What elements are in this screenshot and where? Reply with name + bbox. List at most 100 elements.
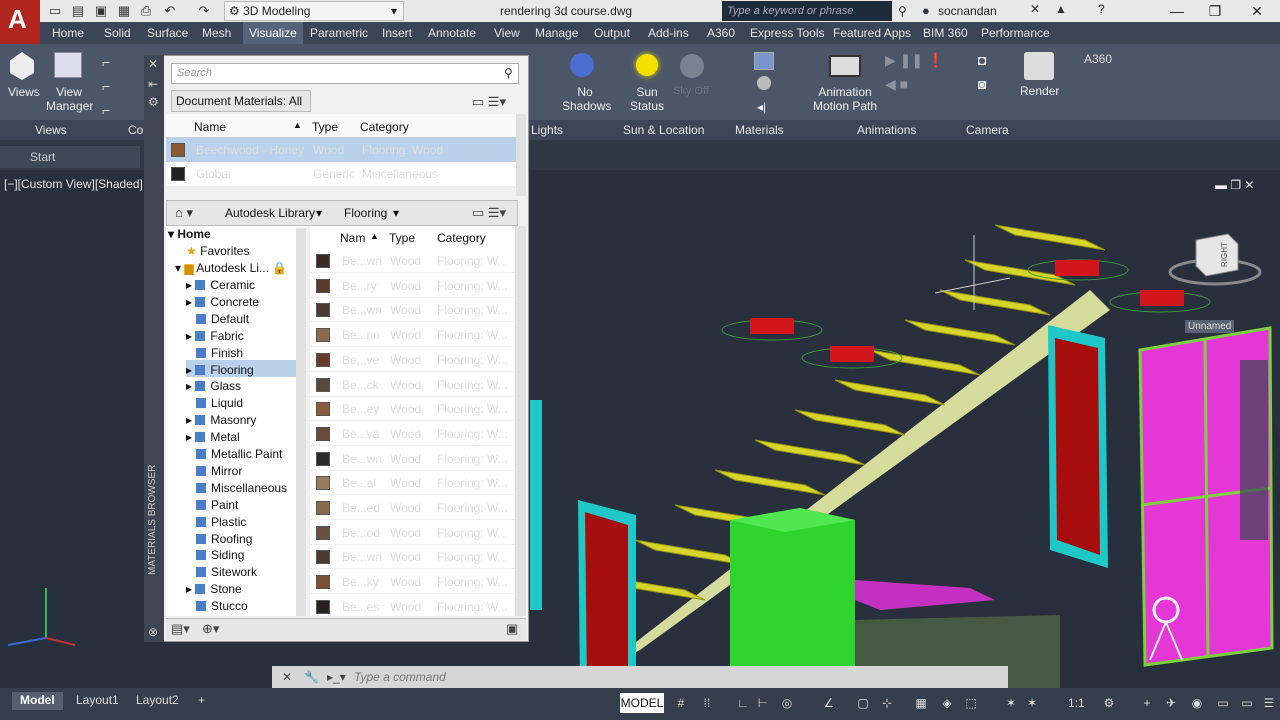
- add-layout-icon[interactable]: +: [190, 692, 213, 710]
- tree-item-stone[interactable]: ▸ Stone: [186, 582, 242, 596]
- tree-item-metallic-paint[interactable]: Metallic Paint: [186, 447, 282, 461]
- customization-icon[interactable]: ☰: [1262, 696, 1276, 710]
- auto-scale-icon[interactable]: ✶: [1025, 696, 1039, 710]
- snap-icon[interactable]: ⁞⁞: [700, 696, 714, 710]
- tab-view[interactable]: View: [494, 26, 520, 40]
- panel-materials-label[interactable]: Materials: [735, 123, 784, 137]
- expand-arrow-icon[interactable]: [186, 599, 196, 613]
- user-name[interactable]: socnandan: [938, 4, 997, 18]
- tab-insert[interactable]: Insert: [382, 26, 412, 40]
- exchange-icon[interactable]: ✕: [1030, 2, 1040, 16]
- tree-item-roofing[interactable]: Roofing: [186, 532, 252, 546]
- tree-item-siding[interactable]: Siding: [186, 548, 244, 562]
- tree-item-stucco[interactable]: Stucco: [186, 599, 248, 613]
- ortho-icon[interactable]: ∟: [736, 696, 750, 710]
- tab-manage[interactable]: Manage: [535, 26, 578, 40]
- expand-arrow-icon[interactable]: [186, 447, 196, 461]
- tree-item-glass[interactable]: ▸ Glass: [186, 379, 241, 393]
- expand-arrow-icon[interactable]: [186, 548, 196, 562]
- lib-column-name[interactable]: Nam: [340, 231, 365, 245]
- tab-layout1[interactable]: Layout1: [68, 692, 127, 710]
- library-manage-icon[interactable]: ⊕▾: [202, 621, 219, 637]
- workspace-select[interactable]: ⚙ 3D Modeling ▾: [224, 1, 404, 21]
- unnamed-ucs-label[interactable]: Unnamed: [1185, 320, 1235, 333]
- expand-arrow-icon[interactable]: [186, 481, 196, 495]
- home-icon[interactable]: ⌂ ▾: [175, 205, 193, 221]
- tree-item-metal[interactable]: ▸ Metal: [186, 430, 240, 444]
- tree-item-paint[interactable]: Paint: [186, 498, 238, 512]
- materials-browser-icon[interactable]: [754, 52, 774, 70]
- panel-camera-label[interactable]: Camera: [966, 123, 1009, 137]
- viewcube-face-label[interactable]: RIGHT: [1220, 242, 1229, 267]
- help-icon[interactable]: ?: [1098, 2, 1105, 16]
- redo-icon[interactable]: ↷: [196, 3, 212, 19]
- library-view-icon[interactable]: ▭ ☰▾: [472, 205, 506, 221]
- keyword-search-input[interactable]: Type a keyword or phrase: [722, 1, 892, 21]
- tree-item-plastic[interactable]: Plastic: [186, 515, 246, 529]
- material-editor-icon[interactable]: ▣: [506, 621, 518, 637]
- render-teapot-icon[interactable]: [1024, 52, 1054, 80]
- ucs-icons[interactable]: ⌐ ⌐ ⌐: [102, 50, 110, 122]
- animation-motion-path-label[interactable]: Animation Motion Path: [810, 85, 880, 113]
- tree-item-ceramic[interactable]: ▸ Ceramic: [186, 278, 255, 292]
- doc-scrollbar[interactable]: [516, 114, 526, 196]
- breadcrumb-flooring[interactable]: Flooring: [344, 206, 387, 220]
- annotation-visibility-icon[interactable]: ✶: [1004, 696, 1018, 710]
- tree-item-sitework[interactable]: Sitework: [186, 565, 257, 579]
- tab-a360[interactable]: A360: [707, 26, 735, 40]
- tab-home[interactable]: Home: [52, 26, 84, 40]
- open-file-icon[interactable]: ▤: [70, 3, 86, 19]
- isolate-objects-icon[interactable]: ◉: [1190, 696, 1204, 710]
- transparency-icon[interactable]: ◈: [940, 696, 954, 710]
- tab-featured-apps[interactable]: Featured Apps: [833, 26, 911, 40]
- undo-icon[interactable]: ↶: [162, 3, 178, 19]
- hardware-acceleration-icon[interactable]: ▭: [1216, 696, 1230, 710]
- annotation-scale[interactable]: 1:1: [1068, 696, 1085, 710]
- tree-item-fabric[interactable]: ▸ Fabric: [186, 329, 244, 343]
- model-space-button[interactable]: MODEL: [620, 693, 664, 713]
- palette-autohide-icon[interactable]: ⇤: [148, 77, 158, 91]
- viewport-controls-label[interactable]: [−][Custom View][Shaded]: [4, 177, 143, 191]
- view-manager-icon[interactable]: [54, 52, 82, 78]
- library-scrollbar[interactable]: [515, 226, 526, 616]
- document-materials-filter[interactable]: Document Materials: All: [171, 90, 311, 112]
- tree-item-flooring[interactable]: ▸ Flooring: [186, 363, 254, 377]
- workspace-switch-icon[interactable]: ⚙: [1102, 696, 1116, 710]
- tab-layout2[interactable]: Layout2: [128, 692, 187, 710]
- app-logo[interactable]: A: [0, 0, 40, 44]
- tab-model[interactable]: Model: [12, 692, 63, 710]
- 3dosnap-icon[interactable]: ▢: [856, 696, 870, 710]
- navigation-bar[interactable]: [1240, 360, 1268, 540]
- expand-arrow-icon[interactable]: ▸: [186, 329, 195, 343]
- lib-column-category[interactable]: Category: [437, 231, 486, 245]
- view-manager-label[interactable]: View Manager: [46, 85, 93, 113]
- tree-item-default[interactable]: Default: [186, 312, 249, 326]
- tree-item-mirror[interactable]: Mirror: [186, 464, 242, 478]
- wrench-icon[interactable]: 🔧: [304, 666, 319, 688]
- chevron-down-icon[interactable]: ▾: [316, 206, 322, 220]
- binoculars-icon[interactable]: ⚲: [898, 4, 907, 18]
- expand-arrow-icon[interactable]: [186, 565, 196, 579]
- create-material-icon[interactable]: ▤▾: [171, 621, 190, 637]
- expand-arrow-icon[interactable]: ▸: [186, 278, 195, 292]
- tree-item-masonry[interactable]: ▸ Masonry: [186, 413, 256, 427]
- no-shadows-label[interactable]: No Shadows: [562, 85, 611, 113]
- a360-icon[interactable]: ▲: [1055, 2, 1067, 16]
- object-snap-tracking-icon[interactable]: ⊹: [880, 696, 894, 710]
- column-type[interactable]: Type: [312, 120, 338, 134]
- expand-arrow-icon[interactable]: [186, 498, 196, 512]
- expand-arrow-icon[interactable]: [186, 396, 196, 410]
- expand-arrow-icon[interactable]: [186, 312, 196, 326]
- views-button-label[interactable]: Views: [8, 85, 40, 99]
- command-line[interactable]: ✕ 🔧 ▸_▾ Type a command: [272, 666, 1008, 688]
- material-sphere-icon[interactable]: [757, 76, 771, 90]
- start-tab[interactable]: Start: [0, 146, 140, 168]
- tree-item-liquid[interactable]: Liquid: [186, 396, 243, 410]
- expand-arrow-icon[interactable]: [186, 346, 196, 360]
- tab-add-ins[interactable]: Add-ins: [648, 26, 689, 40]
- osnap-icon[interactable]: ∠: [822, 696, 836, 710]
- tab-output[interactable]: Output: [594, 26, 630, 40]
- tab-mesh[interactable]: Mesh: [202, 26, 231, 40]
- viewport-window-controls[interactable]: ▬ ❐ ✕: [1215, 178, 1254, 192]
- palette-close-icon[interactable]: ✕: [148, 57, 158, 71]
